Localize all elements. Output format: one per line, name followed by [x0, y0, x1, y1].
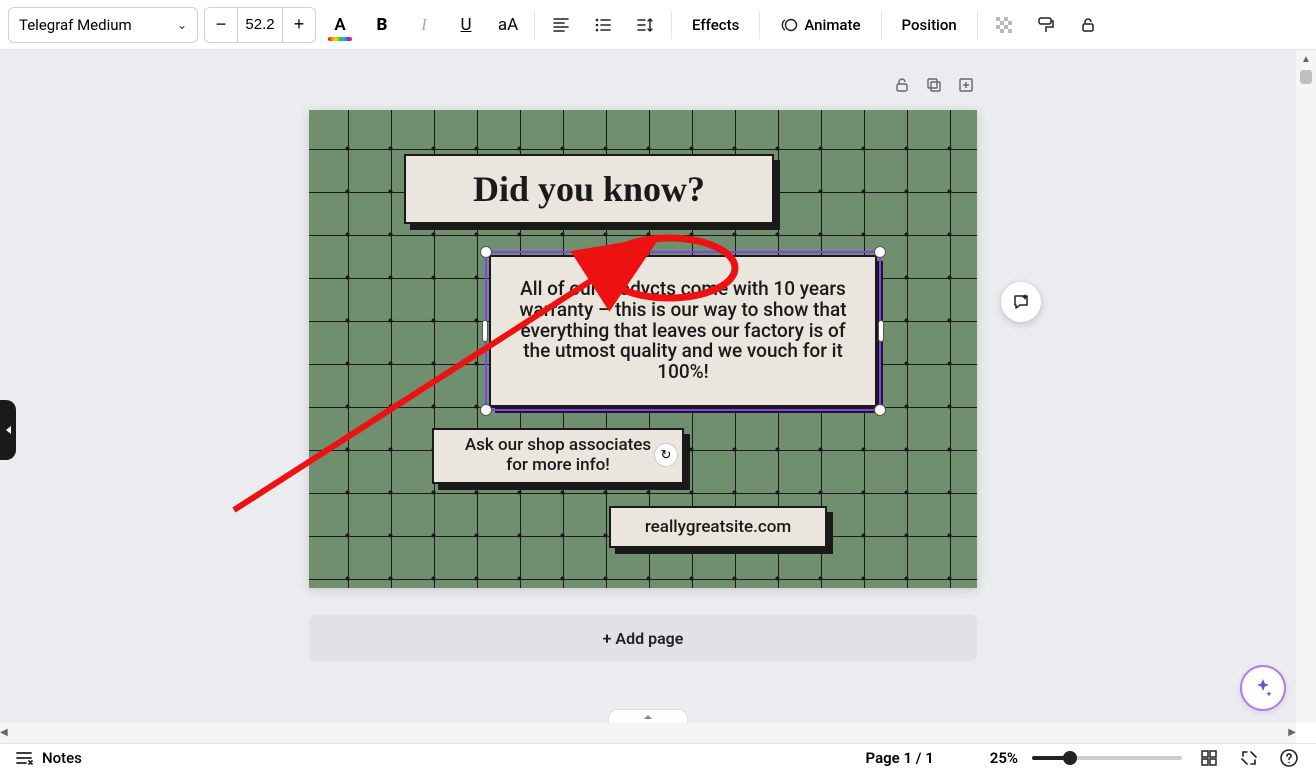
lock-open-icon [1079, 16, 1097, 34]
grid-icon [1200, 749, 1218, 767]
font-size-increase[interactable]: + [283, 8, 315, 42]
scroll-left-icon[interactable]: ◀ [0, 723, 8, 741]
animate-button[interactable]: Animate [768, 7, 872, 43]
horizontal-scrollbar[interactable]: ◀ ▶ [0, 723, 1296, 743]
title-text: Did you know? [473, 168, 705, 210]
notes-label: Notes [42, 749, 82, 767]
sparkle-chat-icon [1011, 292, 1031, 312]
add-page-bar[interactable]: + Add page [309, 615, 977, 661]
page-indicator[interactable]: Page 1 / 1 [866, 749, 934, 767]
chevron-down-icon: ⌄ [177, 18, 187, 32]
resize-handle-br[interactable] [874, 404, 886, 416]
zoom-percentage[interactable]: 25% [990, 749, 1018, 767]
italic-button[interactable]: I [406, 7, 442, 43]
paint-roller-icon [1036, 15, 1056, 35]
design-canvas[interactable]: Did you know? All of our prodycts come w… [309, 110, 977, 588]
list-icon [594, 16, 612, 34]
divider [534, 11, 535, 39]
website-text-box[interactable]: reallygreatsite.com [609, 506, 827, 548]
lock-open-icon [893, 76, 911, 94]
help-button[interactable] [1276, 745, 1302, 771]
transparency-icon [994, 15, 1014, 35]
resize-handle-tr[interactable] [874, 246, 886, 258]
body-text: All of our prodycts come with 10 years w… [513, 279, 853, 383]
notes-button[interactable]: Notes [14, 748, 82, 768]
font-family-select[interactable]: Telegraf Medium ⌄ [8, 7, 198, 43]
grid-view-button[interactable] [1196, 745, 1222, 771]
scroll-up-icon[interactable]: ▲ [1296, 50, 1316, 68]
divider [977, 11, 978, 39]
align-icon [552, 16, 570, 34]
website-text: reallygreatsite.com [645, 517, 791, 537]
position-button[interactable]: Position [890, 7, 969, 43]
zoom-slider-knob[interactable] [1063, 751, 1077, 765]
divider [671, 11, 672, 39]
resize-handle-mr[interactable] [878, 320, 884, 342]
ai-suggestion-button[interactable] [1001, 282, 1041, 322]
assistant-fab[interactable] [1240, 665, 1286, 711]
duplicate-page-button[interactable] [923, 74, 945, 96]
add-page-label: + Add page [603, 629, 684, 648]
ask-text-box[interactable]: Ask our shop associates for more info! [432, 428, 684, 484]
fullscreen-icon [1240, 749, 1258, 767]
bold-button[interactable]: B [364, 7, 400, 43]
page-lock-button[interactable] [891, 74, 913, 96]
effects-button[interactable]: Effects [680, 7, 751, 43]
title-text-box[interactable]: Did you know? [404, 154, 774, 224]
divider [759, 11, 760, 39]
resize-handle-ml[interactable] [482, 320, 488, 342]
transparency-button[interactable] [986, 7, 1022, 43]
text-color-button[interactable]: A [322, 7, 358, 43]
resize-handle-bl[interactable] [480, 404, 492, 416]
underline-button[interactable]: U [448, 7, 484, 43]
text-toolbar: Telegraf Medium ⌄ − + A B I U aA Effects… [0, 0, 1316, 50]
help-icon [1279, 748, 1299, 768]
bottom-bar: Notes Page 1 / 1 25% [0, 743, 1316, 771]
sparkle-icon [1252, 677, 1274, 699]
animate-icon [780, 16, 798, 34]
side-panel-toggle[interactable] [0, 400, 16, 460]
font-size-group: − + [204, 7, 316, 43]
vertical-scrollbar[interactable]: ▲ [1296, 50, 1316, 723]
body-text-box[interactable]: All of our prodycts come with 10 years w… [489, 255, 877, 407]
ask-text: Ask our shop associates for more info! [456, 436, 660, 475]
align-button[interactable] [543, 7, 579, 43]
zoom-slider[interactable] [1032, 756, 1182, 760]
spacing-button[interactable] [627, 7, 663, 43]
add-page-icon [957, 76, 975, 94]
rainbow-bar-icon [328, 37, 352, 41]
notes-icon [14, 748, 34, 768]
text-case-button[interactable]: aA [490, 7, 526, 43]
fullscreen-button[interactable] [1236, 745, 1262, 771]
copy-style-button[interactable] [1028, 7, 1064, 43]
lock-button[interactable] [1070, 7, 1106, 43]
spacing-icon [636, 16, 654, 34]
regenerate-button[interactable]: ↻ [654, 443, 678, 467]
pages-drawer-handle[interactable] [608, 709, 688, 723]
duplicate-icon [925, 76, 943, 94]
workspace: Did you know? All of our prodycts come w… [0, 50, 1296, 723]
canvas-page-tools [891, 74, 977, 96]
canvas-wrapper: Did you know? All of our prodycts come w… [309, 110, 977, 588]
list-button[interactable] [585, 7, 621, 43]
font-size-input[interactable] [237, 8, 283, 42]
add-page-button[interactable] [955, 74, 977, 96]
text-color-icon: A [334, 15, 345, 35]
divider [881, 11, 882, 39]
resize-handle-tl[interactable] [480, 246, 492, 258]
font-size-decrease[interactable]: − [205, 8, 237, 42]
scroll-right-icon[interactable]: ▶ [1288, 723, 1296, 741]
scroll-thumb[interactable] [1300, 70, 1312, 84]
font-family-value: Telegraf Medium [19, 16, 132, 34]
refresh-icon: ↻ [661, 448, 672, 463]
